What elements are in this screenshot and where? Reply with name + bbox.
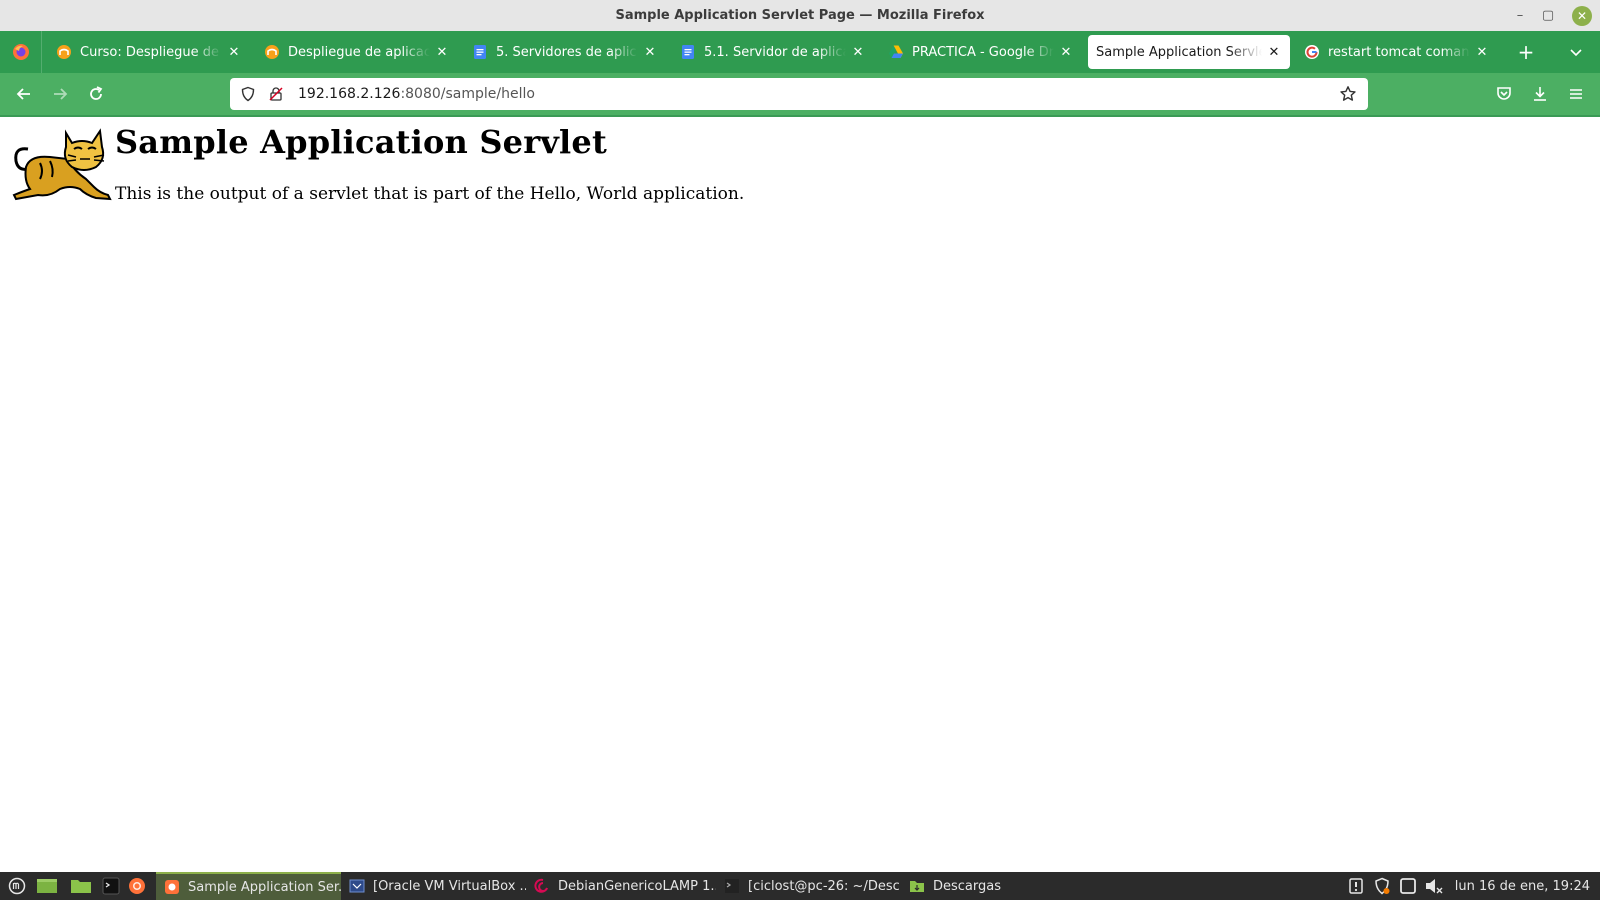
task-label: [ciclost@pc-26: ~/Desc...: [748, 878, 901, 894]
task-label: Descargas: [933, 878, 1002, 894]
close-tab-icon[interactable]: ✕: [642, 45, 658, 60]
folder-icon: [71, 880, 91, 893]
tab-strip: Curso: Despliegue de aplicaciones web ✕ …: [0, 31, 1600, 73]
new-tab-button[interactable]: +: [1508, 35, 1544, 69]
navigation-toolbar: 192.168.2.126:8080/sample/hello: [0, 73, 1600, 115]
reload-icon: [90, 86, 103, 100]
security-shield-icon[interactable]: [1369, 872, 1395, 900]
window-titlebar: Sample Application Servlet Page — Mozill…: [0, 0, 1600, 31]
url-bar[interactable]: 192.168.2.126:8080/sample/hello: [230, 78, 1368, 110]
back-button[interactable]: [6, 77, 42, 111]
arrow-right-icon: [54, 88, 68, 100]
tab-despliegue-aplicaciones[interactable]: Despliegue de aplicaciones web ✕: [256, 35, 458, 69]
task-terminal-window[interactable]: [ciclost@pc-26: ~/Desc...: [716, 872, 901, 900]
maximize-button[interactable]: ▢: [1538, 6, 1558, 26]
downloads-button[interactable]: [1522, 77, 1558, 111]
tab-label: Despliegue de aplicaciones web: [288, 44, 430, 60]
tab-label: Curso: Despliegue de aplicaciones web: [80, 44, 222, 60]
insecure-lock-icon[interactable]: [262, 78, 290, 110]
bookmark-star-icon[interactable]: [1334, 78, 1362, 110]
url-path: :8080/sample/hello: [400, 86, 535, 102]
tab-label: 5. Servidores de aplicaciones: [496, 44, 638, 60]
tab-servidores-aplicaciones[interactable]: 5. Servidores de aplicaciones ✕: [464, 35, 666, 69]
close-tab-icon[interactable]: ✕: [1474, 45, 1490, 60]
tab-curso-despliegue[interactable]: Curso: Despliegue de aplicaciones web ✕: [48, 35, 250, 69]
workspace-switcher-icon[interactable]: [1395, 872, 1421, 900]
forward-button[interactable]: [42, 77, 78, 111]
clock[interactable]: lun 16 de ene, 19:24: [1455, 879, 1590, 894]
close-tab-icon[interactable]: ✕: [226, 45, 242, 60]
terminal-icon: [102, 877, 120, 895]
folder-icon: [909, 878, 925, 894]
close-tab-icon[interactable]: ✕: [850, 45, 866, 60]
page-content: Sample Application Servlet This is the o…: [0, 117, 1600, 872]
download-icon: [1534, 87, 1546, 101]
tab-label: restart tomcat comando - Buscar con Goog…: [1328, 44, 1470, 60]
virtualbox-icon: [349, 878, 365, 894]
close-tab-icon[interactable]: ✕: [434, 45, 450, 60]
firefox-view-button[interactable]: [0, 31, 42, 73]
google-drive-icon: [888, 44, 904, 60]
list-all-tabs-button[interactable]: [1562, 31, 1590, 73]
google-docs-icon: [472, 44, 488, 60]
firefox-icon: [129, 878, 145, 894]
tab-practica-drive[interactable]: PRÁCTICA - Google Drive ✕: [880, 35, 1082, 69]
app-menu-button[interactable]: [1558, 77, 1594, 111]
tab-servidor-aplicaciones[interactable]: 5.1. Servidor de aplicaciones ✕: [672, 35, 874, 69]
terminal-icon: [724, 878, 740, 894]
tracking-protection-shield-icon[interactable]: [234, 78, 262, 110]
task-label: Sample Application Ser...: [188, 879, 341, 895]
moodle-icon: [56, 44, 72, 60]
task-label: [Oracle VM VirtualBox ...: [373, 878, 526, 894]
task-debian-vm-window[interactable]: DebianGenericoLAMP 1...: [526, 872, 716, 900]
update-manager-icon[interactable]: [1343, 872, 1369, 900]
google-icon: [1304, 44, 1320, 60]
debian-icon: [534, 878, 550, 894]
terminal-launcher[interactable]: [98, 872, 124, 900]
files-launcher[interactable]: [64, 872, 98, 900]
close-tab-icon[interactable]: ✕: [1058, 45, 1074, 60]
tab-label: PRÁCTICA - Google Drive: [912, 44, 1054, 60]
servlet-output-text: This is the output of a servlet that is …: [115, 184, 745, 204]
hamburger-menu-icon: [1570, 89, 1582, 99]
tab-label: Sample Application Servlet Page: [1096, 44, 1262, 60]
pocket-button[interactable]: [1486, 77, 1522, 111]
task-firefox-window[interactable]: Sample Application Ser...: [156, 872, 341, 900]
google-docs-icon: [680, 44, 696, 60]
firefox-icon: [12, 44, 29, 60]
system-tray: lun 16 de ene, 19:24: [1343, 872, 1600, 900]
reload-button[interactable]: [78, 77, 114, 111]
chevron-down-icon: [1570, 49, 1582, 57]
tab-label: 5.1. Servidor de aplicaciones: [704, 44, 846, 60]
close-tab-icon[interactable]: ✕: [1266, 45, 1282, 60]
close-window-button[interactable]: ✕: [1572, 5, 1592, 26]
window-title: Sample Application Servlet Page — Mozill…: [615, 8, 985, 23]
task-label: DebianGenericoLAMP 1...: [558, 878, 716, 894]
firefox-launcher[interactable]: [124, 872, 150, 900]
task-virtualbox-window[interactable]: [Oracle VM VirtualBox ...: [341, 872, 526, 900]
moodle-icon: [264, 44, 280, 60]
firefox-icon: [164, 879, 180, 895]
tomcat-logo-icon: [12, 128, 112, 201]
desktop-icon: [37, 879, 57, 893]
taskbar: Sample Application Ser... [Oracle VM Vir…: [0, 872, 1600, 900]
tab-sample-servlet[interactable]: Sample Application Servlet Page ✕: [1088, 35, 1290, 69]
minimize-button[interactable]: –: [1510, 6, 1530, 26]
pocket-icon: [1497, 87, 1511, 100]
start-menu-button[interactable]: [4, 872, 30, 900]
tab-restart-tomcat[interactable]: restart tomcat comando - Buscar con Goog…: [1296, 35, 1498, 69]
arrow-left-icon: [16, 88, 30, 100]
task-descargas-window[interactable]: Descargas: [901, 872, 1021, 900]
show-desktop-button[interactable]: [30, 872, 64, 900]
url-host: 192.168.2.126: [298, 86, 401, 102]
volume-muted-icon[interactable]: [1421, 872, 1447, 900]
page-heading: Sample Application Servlet: [115, 123, 607, 161]
mint-menu-icon: [8, 877, 26, 895]
